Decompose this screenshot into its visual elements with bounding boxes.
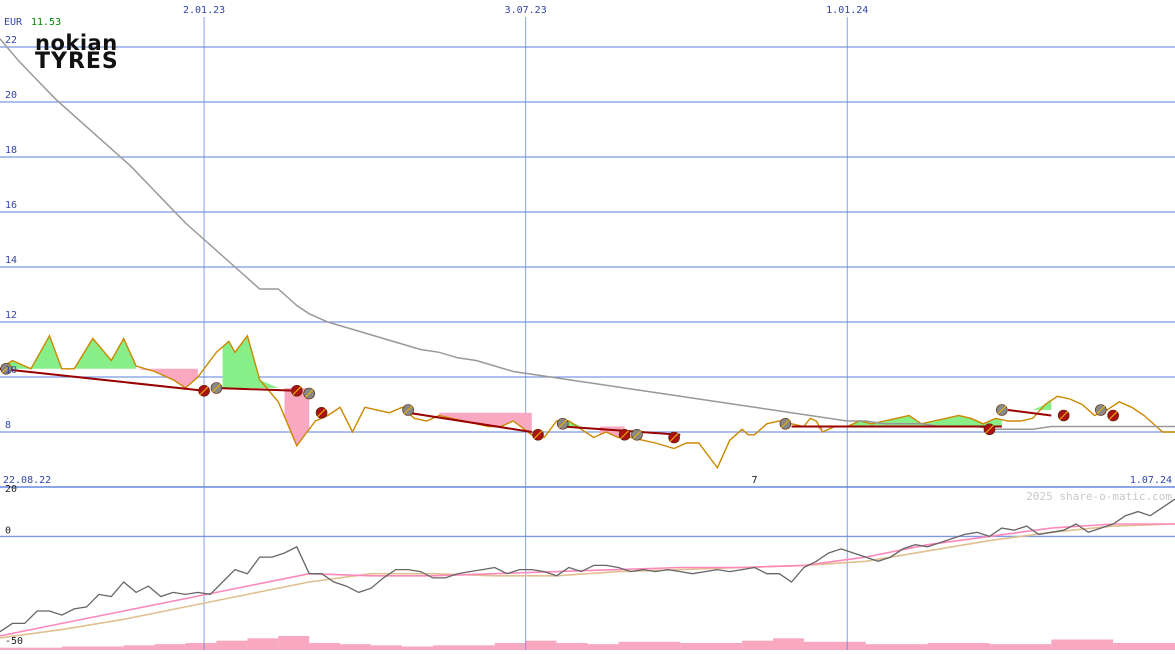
y-tick-label: 12	[5, 310, 17, 321]
volume-bar	[432, 645, 495, 650]
volume-bar	[680, 643, 743, 650]
oscillator-tick-label: 0	[5, 525, 11, 536]
volume-bar	[494, 643, 526, 650]
price-line	[0, 334, 1175, 470]
volume-bar	[773, 638, 804, 650]
series-lines	[0, 38, 1175, 470]
volume-bar	[185, 643, 217, 650]
axis-labels: EUR 11.53 2025 share-o-matic.com 8 10 12 14…	[3, 5, 1172, 647]
volume-bar	[1051, 639, 1114, 650]
stock-chart: EUR 11.53 2025 share-o-matic.com 8 10 12 14…	[0, 0, 1175, 650]
x-range-end-label: 1.07.24	[1130, 475, 1172, 486]
nokian-tyres-logo: nokian TYRES	[35, 33, 155, 73]
oscillator-line	[0, 498, 1175, 633]
oscillator-tick-label: 20	[5, 484, 17, 495]
volume-bar	[371, 645, 402, 650]
volume-bar	[247, 638, 279, 650]
volume-bar	[618, 641, 681, 650]
logo-line-2: TYRES	[35, 49, 119, 74]
watermark: 2025 share-o-matic.com	[1026, 490, 1172, 503]
volume-bar	[216, 640, 248, 650]
gain-region	[222, 335, 285, 388]
chart-canvas: EUR 11.53 2025 share-o-matic.com 8 10 12 14…	[0, 5, 1175, 650]
oscillator-signal-beige	[0, 523, 1175, 639]
oscillator-panel	[0, 498, 1175, 639]
trend-segment	[1007, 409, 1052, 417]
x-tick-label: 2.01.23	[183, 5, 225, 16]
y-tick-label: 18	[5, 145, 17, 156]
volume-bar	[587, 644, 619, 650]
volume-bar	[154, 644, 186, 650]
volume-bar	[742, 640, 774, 650]
y-tick-label: 10	[5, 365, 17, 376]
y-tick-label: 8	[5, 420, 11, 431]
volume-bar	[525, 640, 557, 650]
volume-bar	[865, 644, 928, 650]
volume-bar	[989, 644, 1052, 650]
volume-bar	[61, 646, 124, 650]
volume-bar	[1113, 643, 1175, 650]
oscillator-signal-pink	[0, 523, 1175, 637]
volume-bar	[309, 643, 341, 650]
volume-bars	[0, 636, 1175, 650]
volume-bar	[278, 636, 310, 650]
y-tick-label: 22	[5, 35, 17, 46]
x-tick-label: 3.07.23	[505, 5, 547, 16]
y-tick-label: 16	[5, 200, 17, 211]
volume-bar	[803, 641, 866, 650]
oscillator-tick-label: -50	[5, 636, 23, 647]
currency-label: EUR	[4, 17, 23, 28]
y-tick-label: 20	[5, 90, 17, 101]
grid	[0, 17, 1175, 650]
last-price-label: 11.53	[31, 17, 61, 28]
y-tick-label: 14	[5, 255, 17, 266]
volume-bar	[927, 643, 990, 650]
volume-bar	[340, 644, 372, 650]
annotation-label: 7	[751, 475, 757, 486]
volume-bar	[401, 646, 433, 650]
volume-bar	[556, 643, 588, 650]
volume-bar	[123, 645, 155, 650]
x-tick-label: 1.01.24	[826, 5, 868, 16]
